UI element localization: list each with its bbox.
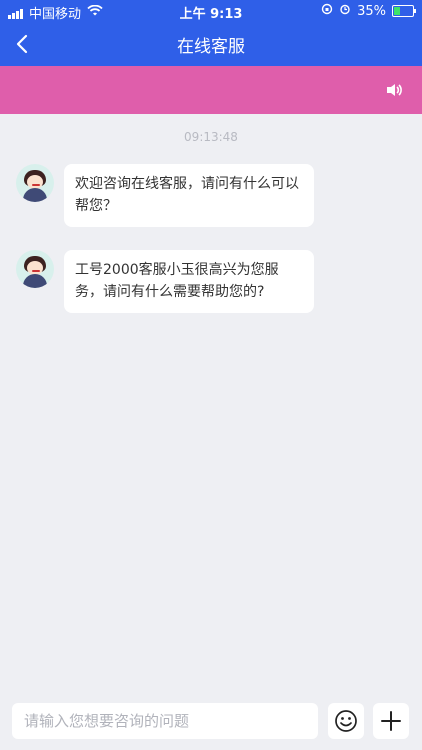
add-button[interactable]	[373, 703, 409, 739]
emoji-button[interactable]	[328, 703, 364, 739]
agent-avatar	[16, 250, 54, 288]
battery-level	[394, 7, 400, 15]
navigation-bar: 在线客服	[0, 22, 422, 66]
message-bubble: 欢迎咨询在线客服，请问有什么可以帮您？	[64, 164, 314, 227]
speaker-icon	[387, 84, 402, 96]
message-bubble: 工号2000客服小玉很高兴为您服务，请问有什么需要帮助您的?	[64, 250, 314, 313]
input-bar	[0, 698, 422, 750]
chat-message-2: 工号2000客服小玉很高兴为您服务，请问有什么需要帮助您的?	[16, 250, 406, 313]
battery-percent: 35%	[357, 3, 386, 19]
message-input[interactable]	[12, 703, 318, 739]
status-bar: 中国移动 上午 9:13 35%	[0, 0, 422, 22]
status-right: 35%	[321, 3, 416, 19]
emoji-icon	[335, 710, 357, 732]
notice-banner	[0, 66, 422, 114]
alarm-icon	[339, 3, 351, 19]
battery-icon	[392, 5, 416, 17]
lock-rotation-icon	[321, 3, 333, 19]
chat-timestamp: 09:13:48	[184, 130, 238, 144]
chat-message-1: 欢迎咨询在线客服，请问有什么可以帮您？	[16, 164, 406, 227]
agent-avatar	[16, 164, 54, 202]
page-title: 在线客服	[177, 37, 245, 57]
plus-icon	[381, 711, 401, 731]
speaker-button[interactable]	[384, 80, 404, 100]
